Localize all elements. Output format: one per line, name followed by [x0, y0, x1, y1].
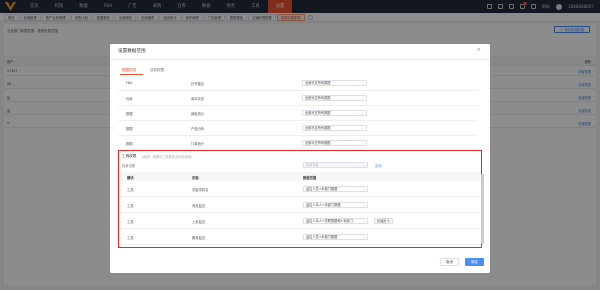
row-page: 订单统计	[191, 142, 205, 146]
active-tab-indicator	[120, 74, 143, 75]
scope-row: 工具 上架监控 监控人本人+关联数据和+本部门 ⌄ 管理员 ×	[119, 214, 481, 229]
row-module: 仓库	[126, 97, 133, 101]
scope-select[interactable]: 全部可见所有数据 ⌄	[302, 139, 367, 146]
row-page: 关键词排名	[192, 188, 209, 192]
scope-select[interactable]: 全部可见所有数据 ⌄	[302, 79, 367, 86]
scope-value: 监控人员+本部门数据	[306, 186, 338, 191]
chevron-down-icon: ⌄	[362, 186, 365, 191]
scope-select[interactable]: 监控人本人+关联数据和+本部门 ⌄	[303, 217, 368, 224]
chevron-down-icon: ⌄	[361, 80, 364, 85]
tab-business-permission[interactable]: 业务权限	[150, 68, 164, 73]
scope-value: 全部可见所有数据	[305, 110, 331, 115]
row-module: 工具	[127, 220, 134, 224]
close-icon[interactable]: ×	[477, 47, 481, 53]
row-page: 产品分析	[191, 127, 205, 131]
col-scope: 数据范围	[303, 176, 317, 180]
section-title: 工具权限	[122, 153, 137, 158]
chevron-down-icon: ⌄	[362, 202, 365, 207]
scope-row: FBA 补货建议 全部可见所有数据 ⌄	[118, 76, 478, 91]
scope-row: 工具 跟卖监控 监控人员+本部门数据 ⌄	[119, 230, 481, 245]
row-page: 库存状态	[191, 97, 205, 101]
scope-select[interactable]: 全部可见所有数据 ⌄	[302, 109, 367, 116]
row-module: 工具	[127, 188, 134, 192]
cancel-button[interactable]: 取消	[440, 258, 459, 266]
bulk-set-placeholder: 批量设置	[306, 162, 319, 167]
row-page: 销量统计	[191, 112, 205, 116]
row-page: 跟卖监控	[192, 236, 206, 240]
chevron-down-icon: ⌄	[361, 125, 364, 130]
scope-row: 数据 销量统计 全部可见所有数据 ⌄	[118, 106, 478, 121]
tool-table-header: 模块 页面 数据范围	[119, 172, 481, 181]
scope-select[interactable]: 全部可见所有数据 ⌄	[302, 94, 367, 101]
scope-row: 仓库 库存状态 全部可见所有数据 ⌄	[118, 91, 478, 106]
chevron-down-icon: ⌄	[362, 234, 365, 239]
row-module: 工具	[127, 236, 134, 240]
scope-value: 监控人本人+本部门数据	[306, 202, 341, 207]
dialog-scrollbar[interactable]	[481, 174, 484, 244]
chevron-down-icon: ⌄	[362, 218, 365, 223]
row-page: 商品监控	[192, 204, 206, 208]
scope-select[interactable]: 监控人员+本部门数据 ⌄	[303, 233, 368, 240]
row-module: 数据	[126, 127, 133, 131]
divider	[110, 59, 490, 60]
chevron-down-icon: ⌄	[361, 95, 364, 100]
scope-select[interactable]: 监控人本人+本部门数据 ⌄	[303, 201, 368, 208]
tool-permission-section: 工具权限 （说明：新模块工具需在此页面添加） 批量设置 批量设置 ⌄ 应用 模块…	[118, 150, 482, 248]
admin-tag-label: 管理员	[377, 219, 387, 223]
chevron-down-icon: ⌄	[361, 110, 364, 115]
row-module: 工具	[127, 204, 134, 208]
scope-value: 全部可见所有数据	[305, 95, 331, 100]
tag-close-icon[interactable]: ×	[387, 219, 390, 223]
scope-value: 监控人员+本部门数据	[306, 234, 338, 239]
scope-select[interactable]: 全部可见所有数据 ⌄	[302, 124, 367, 131]
scope-select[interactable]: 监控人员+本部门数据 ⌄	[303, 185, 368, 192]
scope-value: 全部可见所有数据	[305, 80, 331, 85]
admin-tag[interactable]: 管理员 ×	[374, 218, 393, 224]
chevron-down-icon: ⌄	[361, 140, 364, 145]
tab-data-permission[interactable]: 数据权限	[122, 68, 136, 73]
row-module: 数据	[126, 112, 133, 116]
apply-link[interactable]: 应用	[375, 163, 382, 168]
chevron-down-icon: ⌄	[362, 162, 365, 167]
scope-row: 数据 订单统计 全部可见所有数据 ⌄	[118, 136, 478, 151]
dialog-title: 设置数据范围	[118, 49, 146, 54]
row-module: 数据	[126, 142, 133, 146]
scope-row: 工具 关键词排名 监控人员+本部门数据 ⌄	[119, 182, 481, 197]
scope-value: 监控人本人+关联数据和+本部门	[306, 218, 353, 223]
scope-value: 全部可见所有数据	[305, 140, 331, 145]
scope-row: 工具 商品监控 监控人本人+本部门数据 ⌄	[119, 198, 481, 213]
scope-value: 全部可见所有数据	[305, 125, 331, 130]
bulk-set-select[interactable]: 批量设置 ⌄	[303, 161, 368, 168]
col-page: 页面	[192, 176, 199, 180]
section-hint: （说明：新模块工具需在此页面添加）	[140, 154, 195, 159]
confirm-button[interactable]: 确定	[465, 258, 484, 266]
scope-row: 数据 产品分析 全部可见所有数据 ⌄	[118, 121, 478, 136]
row-page: 补货建议	[191, 82, 205, 86]
bulk-set-label: 批量设置	[122, 164, 136, 168]
row-page: 上架监控	[192, 220, 206, 224]
data-scope-dialog: 设置数据范围 × 数据权限 业务权限 FBA 补货建议 全部可见所有数据 ⌄ 仓库 库存状…	[110, 44, 490, 273]
row-module: FBA	[126, 81, 133, 85]
col-module: 模块	[127, 176, 134, 180]
